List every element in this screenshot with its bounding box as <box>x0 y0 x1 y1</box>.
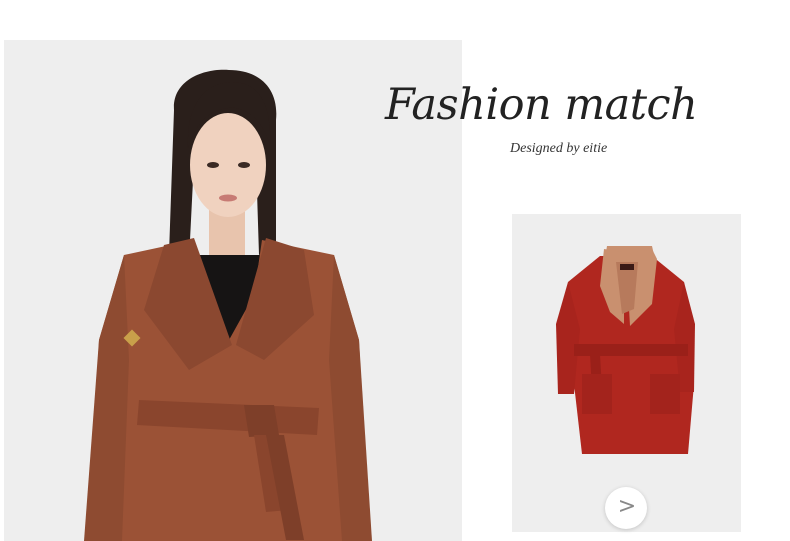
product-coat-image <box>556 246 695 454</box>
product-card[interactable] <box>512 214 741 532</box>
next-button[interactable]: > <box>605 487 647 529</box>
page-title: Fashion match <box>385 80 698 130</box>
chevron-right-icon: > <box>617 494 637 519</box>
page: Fashion match Designed by eitie > <box>0 0 790 541</box>
page-subtitle: Designed by eitie <box>510 141 608 156</box>
